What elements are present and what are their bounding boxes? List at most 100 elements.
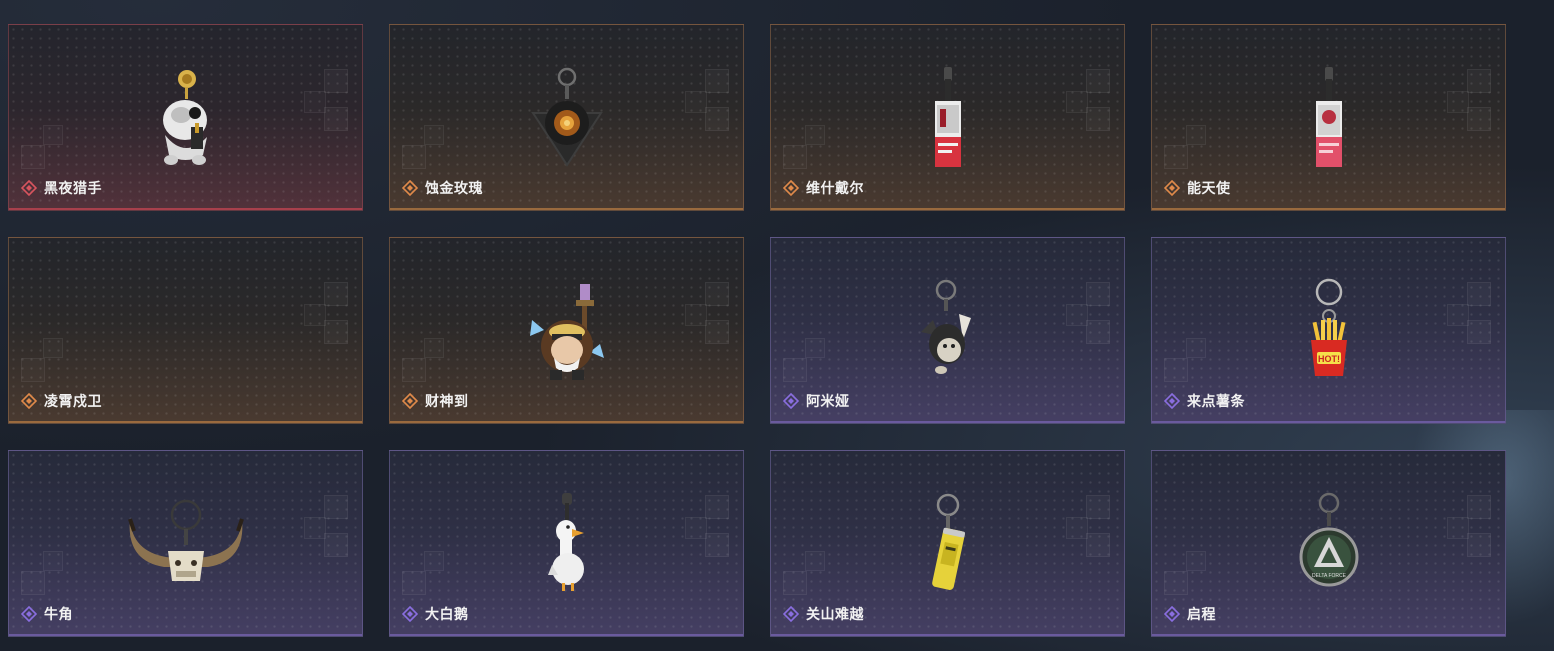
rarity-diamond-icon: [1164, 180, 1180, 196]
decor-square: [21, 571, 45, 595]
decor-square: [1447, 91, 1469, 113]
decor-square: [1066, 517, 1088, 539]
decor-square: [783, 145, 807, 169]
charm-card[interactable]: 牛角: [8, 450, 363, 637]
charm-grid: 黑夜猎手 蚀金玫瑰 维什戴尔 能天使 凌霄戍卫 财神到 阿米娅 HOT! 来点薯…: [8, 24, 1506, 637]
rarity-diamond-icon: [21, 606, 37, 622]
yellow-can-keychain-icon: [931, 493, 965, 590]
charm-card[interactable]: HOT! 来点薯条: [1151, 237, 1506, 424]
charm-name: 维什戴尔: [806, 180, 864, 196]
decor-square: [1467, 107, 1491, 131]
charm-card[interactable]: 蚀金玫瑰: [389, 24, 744, 211]
decor-square: [705, 533, 729, 557]
french-fries-keychain-icon: HOT!: [1310, 278, 1347, 376]
charm-card[interactable]: 黑夜猎手: [8, 24, 363, 211]
rarity-diamond-icon: [783, 393, 799, 409]
badge-text: DELTA FORCE: [1312, 573, 1347, 579]
decor-square: [705, 69, 729, 93]
charm-name: 来点薯条: [1187, 393, 1245, 409]
decor-square: [783, 358, 807, 382]
charm-card[interactable]: 阿米娅: [770, 237, 1125, 424]
decor-square: [1164, 145, 1188, 169]
decor-square: [1467, 320, 1491, 344]
decor-square: [1467, 495, 1491, 519]
decor-square: [402, 358, 426, 382]
decor-square: [1086, 69, 1110, 93]
decor-square: [1086, 533, 1110, 557]
rarity-diamond-icon: [21, 393, 37, 409]
ticket-tag-red-charm-icon: [934, 67, 961, 167]
fortune-god-figure-icon: [529, 284, 604, 380]
bunny-keychain-icon: [920, 279, 971, 374]
charm-label: 凌霄戍卫: [21, 391, 102, 411]
white-beast-gold-rose-charm-icon: [162, 70, 207, 165]
decor-square: [783, 571, 807, 595]
decor-square: [1186, 338, 1206, 358]
charm-name: 关山难越: [806, 606, 864, 622]
charm-card[interactable]: 大白鹅: [389, 450, 744, 637]
charm-label: 启程: [1164, 604, 1216, 624]
charm-card[interactable]: 能天使: [1151, 24, 1506, 211]
charm-label: 财神到: [402, 391, 469, 411]
rarity-diamond-icon: [402, 606, 418, 622]
decor-square: [43, 551, 63, 571]
fries-badge-text: HOT!: [1318, 354, 1340, 364]
decor-square: [402, 571, 426, 595]
charm-label: 关山难越: [783, 604, 864, 624]
charm-card[interactable]: 凌霄戍卫: [8, 237, 363, 424]
decor-square: [324, 533, 348, 557]
decor-square: [1467, 69, 1491, 93]
gold-rose-pendant-icon: [530, 67, 603, 167]
round-badge-keychain-icon: DELTA FORCE: [1299, 492, 1358, 587]
decor-square: [324, 69, 348, 93]
decor-square: [43, 125, 63, 145]
decor-square: [1447, 517, 1469, 539]
charm-name: 凌霄戍卫: [44, 393, 102, 409]
charm-name: 能天使: [1187, 180, 1231, 196]
decor-square: [402, 145, 426, 169]
decor-square: [324, 107, 348, 131]
ticket-tag-pink-charm-icon: [1315, 67, 1342, 167]
decor-square: [1164, 571, 1188, 595]
charm-card[interactable]: 关山难越: [770, 450, 1125, 637]
decor-square: [304, 517, 326, 539]
rarity-diamond-icon: [783, 606, 799, 622]
bull-horns-keychain-icon: [127, 499, 244, 581]
decor-square: [1086, 320, 1110, 344]
charm-label: 大白鹅: [402, 604, 469, 624]
decor-square: [1186, 125, 1206, 145]
decor-square: [1164, 358, 1188, 382]
charm-name: 阿米娅: [806, 393, 850, 409]
decor-square: [324, 495, 348, 519]
charm-name: 大白鹅: [425, 606, 469, 622]
charm-label: 牛角: [21, 604, 73, 624]
decor-square: [805, 338, 825, 358]
decor-square: [705, 320, 729, 344]
white-goose-keychain-icon: [547, 493, 584, 591]
decor-square: [1066, 304, 1088, 326]
decor-square: [21, 358, 45, 382]
decor-square: [21, 145, 45, 169]
charm-card[interactable]: 维什戴尔: [770, 24, 1125, 211]
decor-square: [304, 304, 326, 326]
rarity-diamond-icon: [402, 393, 418, 409]
decor-square: [43, 338, 63, 358]
rarity-diamond-icon: [783, 180, 799, 196]
charm-label: 蚀金玫瑰: [402, 178, 483, 198]
decor-square: [1066, 91, 1088, 113]
charm-label: 阿米娅: [783, 391, 850, 411]
decor-square: [1086, 495, 1110, 519]
decor-square: [1086, 107, 1110, 131]
decor-square: [1186, 551, 1206, 571]
decor-square: [1467, 282, 1491, 306]
decor-square: [1467, 533, 1491, 557]
decor-square: [805, 125, 825, 145]
charm-card[interactable]: 财神到: [389, 237, 744, 424]
decor-square: [424, 551, 444, 571]
charm-label: 维什戴尔: [783, 178, 864, 198]
charm-label: 来点薯条: [1164, 391, 1245, 411]
decor-square: [705, 282, 729, 306]
charm-card[interactable]: DELTA FORCE 启程: [1151, 450, 1506, 637]
charm-name: 黑夜猎手: [44, 180, 102, 196]
decor-square: [705, 495, 729, 519]
